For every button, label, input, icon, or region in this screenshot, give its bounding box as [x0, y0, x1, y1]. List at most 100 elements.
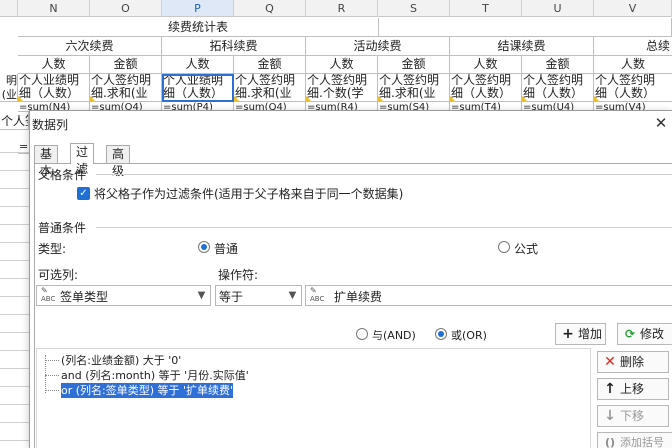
left-col-cell[interactable]: (业 [0, 88, 18, 102]
arrow-up-icon: ↑ [604, 381, 616, 397]
grid-line [0, 440, 30, 441]
operator-select[interactable]: 等于 ▼ [215, 285, 302, 306]
grid-line [0, 296, 30, 297]
modify-button[interactable]: ⟳ 修改 [617, 323, 672, 345]
modify-icon: ⟳ [624, 327, 636, 341]
group-header[interactable]: 六次续费 [18, 37, 162, 56]
grid-line [0, 152, 30, 153]
type-normal-label: 普通 [214, 242, 239, 256]
add-button[interactable]: + 增加 [555, 323, 606, 345]
group-header[interactable]: 活动续费 [306, 37, 450, 56]
tab-basic[interactable]: 基本 [34, 145, 59, 178]
subheader[interactable]: 金额 [378, 56, 450, 74]
grid-line [0, 386, 30, 387]
subheader[interactable]: 金额 [234, 56, 306, 74]
subheader[interactable]: 人数 [306, 56, 378, 74]
column-select-value: 签单类型 [60, 290, 109, 304]
delete-button[interactable]: ✕ 删除 [597, 351, 669, 373]
condition-item[interactable]: (列名:业绩金额) 大于 '0' [61, 353, 181, 368]
column-select[interactable]: ✎ ABC 签单类型 ▼ [36, 285, 211, 306]
bracket-icon: () [604, 436, 616, 448]
dialog-titlebar[interactable]: 数据列 ✕ [30, 111, 672, 137]
logic-and-label: 与(AND) [372, 329, 416, 342]
condition-list[interactable]: (列名:业绩金额) 大于 '0' and (列名:month) 等于 '月份.实… [36, 348, 591, 448]
type-label: 类型: [38, 242, 67, 256]
column-header-T[interactable]: T [450, 0, 522, 17]
subheader[interactable]: 人数 [162, 56, 234, 74]
data-cell[interactable]: 个人业绩明 细（人数） [18, 74, 90, 102]
left-col-cell[interactable]: 明 [0, 74, 18, 88]
grid-line [0, 260, 30, 261]
subheader[interactable]: 人数 [18, 56, 90, 74]
chevron-down-icon[interactable]: ▼ [284, 286, 301, 305]
value-input[interactable]: ✎ ABC 扩单续费 [305, 285, 672, 306]
cell-flag-icon [594, 96, 599, 101]
data-cell[interactable]: 个人签约明 细.个数(学 [306, 74, 378, 102]
section-divider [96, 174, 672, 175]
grid-line [0, 206, 30, 207]
abc-type-icon[interactable]: ✎ ABC [310, 287, 330, 304]
tab-advanced[interactable]: 高级 [106, 145, 131, 178]
type-formula-radio[interactable] [498, 241, 510, 253]
cell-flag-icon [234, 96, 239, 101]
move-down-button[interactable]: ↓ 下移 [597, 405, 669, 427]
data-cell[interactable]: 个人签约明 细（人数） [522, 74, 594, 102]
logic-and-radio[interactable] [356, 328, 368, 340]
value-input-text: 扩单续费 [334, 290, 383, 304]
group-header[interactable]: 结课续费 [450, 37, 594, 56]
add-bracket-label: 添加括号 [620, 436, 664, 448]
condition-item[interactable]: and (列名:month) 等于 '月份.实际值' [61, 368, 249, 383]
column-header-U[interactable]: U [522, 0, 594, 17]
tab-filter[interactable]: 过滤 [70, 143, 95, 176]
move-up-label: 上移 [620, 382, 645, 396]
parent-filter-checkbox[interactable]: ✓ [77, 187, 90, 200]
data-cell[interactable]: 个人签约明 细.求和(业 [378, 74, 450, 102]
delete-x-icon: ✕ [604, 354, 616, 370]
cell-line: 细.求和(业 [235, 86, 292, 100]
add-bracket-button[interactable]: () 添加括号 [597, 432, 672, 448]
selected-cell[interactable]: 个人业绩明 细（人数） [162, 74, 234, 102]
subheader[interactable]: 金额 [522, 56, 594, 74]
section-divider [96, 227, 672, 228]
chevron-down-icon[interactable]: ▼ [193, 286, 210, 305]
move-up-button[interactable]: ↑ 上移 [597, 378, 669, 400]
abc-type-icon: ✎ ABC [41, 286, 56, 304]
add-button-label: 增加 [578, 327, 603, 341]
data-cell[interactable]: 个人签约明 细.求和(业 [90, 74, 162, 102]
left-col-cell[interactable]: 个人签约 [0, 112, 29, 130]
grid-line [0, 422, 30, 423]
cell-line: 细（人数） [595, 86, 656, 100]
data-cell[interactable]: 个人签约明 细（人数） [594, 74, 672, 102]
column-header-N[interactable]: N [18, 0, 90, 17]
close-icon[interactable]: ✕ [652, 114, 670, 132]
group-header[interactable]: 总续 [594, 37, 672, 56]
grid-line [0, 332, 30, 333]
grid-line [0, 368, 30, 369]
column-header-O[interactable]: O [90, 0, 162, 17]
column-header-V[interactable]: V [594, 0, 672, 17]
cell-flag-icon [378, 96, 383, 101]
type-normal-radio[interactable] [198, 241, 210, 253]
group-header[interactable]: 拓科续费 [162, 37, 306, 56]
tree-line [45, 375, 59, 376]
column-header-S[interactable]: S [378, 0, 450, 17]
column-header-P[interactable]: P [162, 0, 234, 17]
move-down-label: 下移 [620, 409, 645, 423]
cell-title-rest[interactable] [378, 18, 672, 37]
grid-line [0, 188, 30, 189]
subheader[interactable]: 金额 [90, 56, 162, 74]
grid-line [0, 404, 30, 405]
logic-or-radio[interactable] [435, 328, 447, 340]
delete-button-label: 删除 [620, 355, 645, 369]
sheet-title[interactable]: 续费统计表 [18, 18, 378, 37]
subheader[interactable]: 人数 [450, 56, 522, 74]
subheader[interactable]: 人数 [594, 56, 672, 74]
column-header-R[interactable]: R [306, 0, 378, 17]
data-cell[interactable]: 个人签约明 细（人数） [450, 74, 522, 102]
column-header-Q[interactable]: Q [234, 0, 306, 17]
grid-line [0, 224, 30, 225]
data-cell[interactable]: 个人签约明 细.求和(业 [234, 74, 306, 102]
operator-select-value: 等于 [219, 290, 244, 304]
plus-icon: + [562, 326, 574, 342]
condition-item-selected[interactable]: or (列名:签单类型) 等于 '扩单续费' [61, 383, 234, 398]
